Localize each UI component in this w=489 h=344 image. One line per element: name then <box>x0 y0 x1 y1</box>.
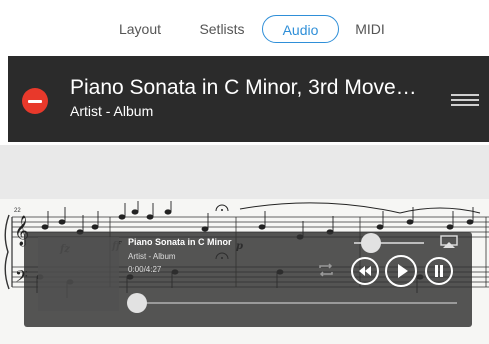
song-title: Piano Sonata in C Minor, 3rd Move… <box>70 76 417 99</box>
play-button[interactable] <box>385 255 417 287</box>
now-playing-time: 0:00/4:27 <box>128 265 162 274</box>
hamburger-icon[interactable] <box>451 94 479 106</box>
pause-icon <box>435 265 443 277</box>
repeat-icon[interactable] <box>316 262 336 278</box>
tab-setlists[interactable]: Setlists <box>192 15 252 43</box>
now-playing-overlay: Piano Sonata in C Minor Artist - Album 0… <box>24 232 472 327</box>
previous-icon <box>359 266 371 276</box>
volume-slider-knob[interactable] <box>361 233 381 253</box>
sheet-music: 𝄞 𝄢 22 fz ff p <box>0 199 489 344</box>
now-playing-subtitle: Artist - Album <box>128 252 176 261</box>
song-row[interactable]: Piano Sonata in C Minor, 3rd Move… Artis… <box>8 56 489 142</box>
tab-audio[interactable]: Audio <box>262 15 339 43</box>
gray-band <box>0 145 489 199</box>
pause-button[interactable] <box>425 257 453 285</box>
now-playing-title: Piano Sonata in C Minor <box>128 237 232 247</box>
previous-button[interactable] <box>351 257 379 285</box>
play-icon <box>398 264 408 278</box>
progress-slider-knob[interactable] <box>127 293 147 313</box>
progress-slider-track[interactable] <box>137 302 457 304</box>
minus-circle-icon[interactable] <box>22 88 48 114</box>
tab-midi[interactable]: MIDI <box>350 15 390 43</box>
airplay-icon[interactable] <box>440 235 458 249</box>
album-artwork <box>38 237 119 311</box>
tab-layout[interactable]: Layout <box>112 15 168 43</box>
measure-number: 22 <box>14 208 21 214</box>
song-subtitle: Artist - Album <box>70 103 154 119</box>
tab-bar: Layout Setlists Audio MIDI <box>0 0 489 56</box>
